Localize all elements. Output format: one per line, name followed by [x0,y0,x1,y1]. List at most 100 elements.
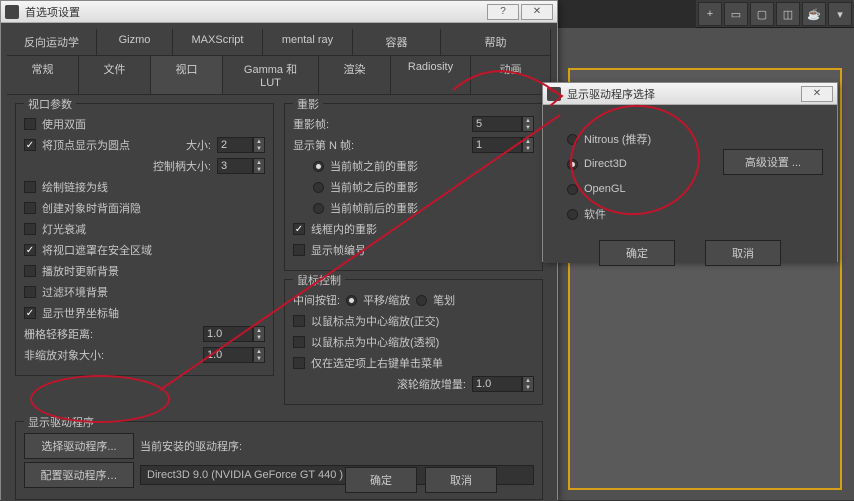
toolbar-button[interactable]: ◫ [776,2,800,26]
group-label: 显示驱动程序 [24,414,98,430]
label: 当前帧之后的重影 [330,179,418,195]
checkbox[interactable] [293,315,305,327]
spinner-input[interactable] [217,158,253,174]
titlebar[interactable]: 首选项设置 ? ✕ [1,1,557,23]
checkbox[interactable] [293,244,305,256]
radio[interactable] [313,182,324,193]
radio[interactable] [346,295,357,306]
spinner[interactable]: ▲▼ [472,137,534,153]
spinner[interactable]: ▲▼ [217,137,265,153]
ok-button[interactable]: 确定 [345,467,417,493]
radio-direct3d[interactable] [567,159,578,170]
label: 显示世界坐标轴 [42,305,265,321]
spinner-input[interactable] [472,116,522,132]
checkbox[interactable] [293,357,305,369]
label: 线框内的重影 [311,221,377,237]
radio-software[interactable] [567,209,578,220]
app-icon [547,87,561,101]
toolbar-button[interactable]: ▾ [828,2,852,26]
radio-nitrous[interactable] [567,134,578,145]
label: 以鼠标点为中心缩放(正交) [311,313,439,329]
group-label: 视口参数 [24,96,76,112]
spinner-arrows[interactable]: ▲▼ [253,326,265,342]
tab[interactable]: 帮助 [441,29,551,55]
toolbar-button[interactable]: ☕ [802,2,826,26]
spinner-arrows[interactable]: ▲▼ [253,137,265,153]
spinner-arrows[interactable]: ▲▼ [253,347,265,363]
cancel-button[interactable]: 取消 [425,467,497,493]
tab[interactable]: 动画 [471,55,551,94]
choose-driver-button[interactable]: 选择驱动程序... [24,433,134,459]
dialog-title: 显示驱动程序选择 [567,86,799,102]
help-button[interactable]: ? [487,4,519,20]
spinner-input[interactable] [217,137,253,153]
radio[interactable] [313,161,324,172]
spinner-arrows[interactable]: ▲▼ [522,376,534,392]
radio[interactable] [416,295,427,306]
tab-active[interactable]: 视口 [151,55,223,94]
tab[interactable]: 反向运动学 [7,29,97,55]
toolbar-button[interactable]: ▢ [750,2,774,26]
spinner[interactable]: ▲▼ [203,326,265,342]
spinner[interactable]: ▲▼ [217,158,265,174]
label: 中间按钮: [293,292,340,308]
radio[interactable] [313,203,324,214]
toolbar-button[interactable]: ▭ [724,2,748,26]
checkbox[interactable] [293,336,305,348]
spinner[interactable]: ▲▼ [203,347,265,363]
tab[interactable]: 文件 [79,55,151,94]
spinner-arrows[interactable]: ▲▼ [253,158,265,174]
label: 笔划 [433,292,455,308]
tab[interactable]: Gamma 和 LUT [223,55,319,94]
tab[interactable]: 容器 [353,29,441,55]
checkbox[interactable] [24,181,36,193]
radio-opengl[interactable] [567,184,578,195]
spinner-input[interactable] [472,376,522,392]
advanced-button[interactable]: 高级设置 ... [723,149,823,175]
checkbox[interactable] [24,307,36,319]
checkbox[interactable] [24,118,36,130]
checkbox[interactable] [24,223,36,235]
spinner-input[interactable] [203,347,253,363]
label: 非缩放对象大小: [24,347,197,363]
close-button[interactable]: ✕ [521,4,553,20]
spinner[interactable]: ▲▼ [472,116,534,132]
checkbox[interactable] [293,223,305,235]
cancel-button[interactable]: 取消 [705,240,781,266]
label: 栅格轻移距离: [24,326,197,342]
spinner[interactable]: ▲▼ [472,376,534,392]
tab[interactable]: 常规 [7,55,79,94]
tab[interactable]: Gizmo [97,29,173,55]
close-button[interactable]: ✕ [801,86,833,102]
label: 显示第 N 帧: [293,137,466,153]
app-icon [5,5,19,19]
label: 显示帧编号 [311,242,366,258]
tab[interactable]: 渲染 [319,55,391,94]
spinner-input[interactable] [203,326,253,342]
checkbox[interactable] [24,139,36,151]
spinner-input[interactable] [472,137,522,153]
toolbar-button[interactable]: + [698,2,722,26]
tab[interactable]: Radiosity [391,55,471,94]
ok-button[interactable]: 确定 [599,240,675,266]
tab[interactable]: mental ray [263,29,353,55]
checkbox[interactable] [24,265,36,277]
viewport-params-group: 视口参数 使用双面 将顶点显示为圆点大小:▲▼ 控制柄大小:▲▼ 绘制链接为线 … [15,103,274,376]
label: 当前帧前后的重影 [330,200,418,216]
label: Direct3D [584,158,627,170]
window-title: 首选项设置 [25,4,485,20]
checkbox[interactable] [24,244,36,256]
spinner-arrows[interactable]: ▲▼ [522,137,534,153]
driver-dialog: 显示驱动程序选择 ✕ Nitrous (推荐) Direct3D OpenGL … [542,82,838,262]
spinner-arrows[interactable]: ▲▼ [522,116,534,132]
checkbox[interactable] [24,202,36,214]
label: 使用双面 [42,116,265,132]
checkbox[interactable] [24,286,36,298]
tab[interactable]: MAXScript [173,29,263,55]
label: 大小: [186,137,211,153]
label: 以鼠标点为中心缩放(透视) [311,334,439,350]
label: 平移/缩放 [363,292,410,308]
group-label: 重影 [293,96,323,112]
titlebar[interactable]: 显示驱动程序选择 ✕ [543,83,837,105]
label: 绘制链接为线 [42,179,265,195]
